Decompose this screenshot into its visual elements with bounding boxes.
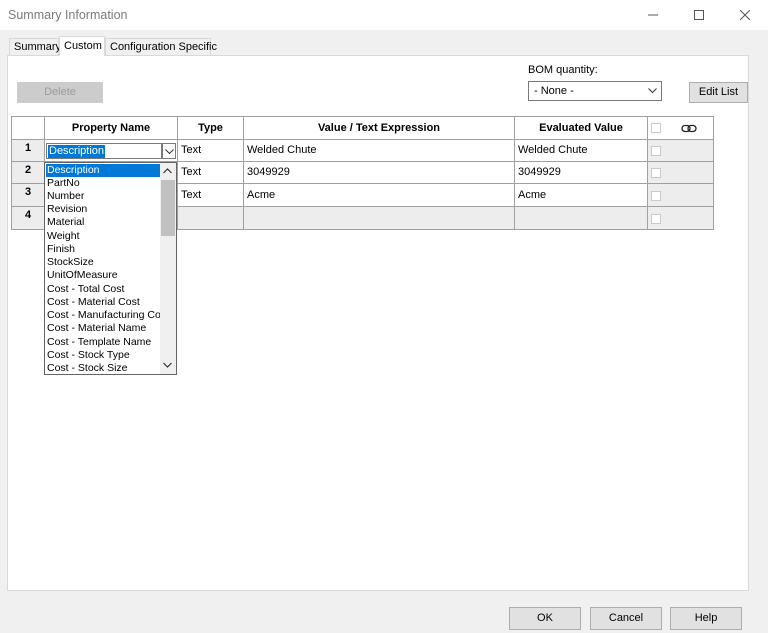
corner-header — [11, 116, 45, 140]
value-cell[interactable] — [243, 206, 515, 230]
bom-quantity-select[interactable]: - None - — [528, 81, 662, 101]
dropdown-option[interactable]: Weight — [46, 230, 161, 243]
minimize-button[interactable] — [630, 0, 676, 30]
value-cell[interactable]: Welded Chute — [243, 139, 515, 162]
row-number[interactable]: 4 — [11, 206, 45, 230]
property-name-value: Description — [48, 145, 106, 158]
minimize-icon — [648, 14, 658, 16]
link-checkbox[interactable] — [651, 168, 661, 178]
link-checkbox[interactable] — [651, 191, 661, 201]
property-name-cell[interactable]: Description — [44, 139, 178, 162]
maximize-icon — [694, 10, 704, 20]
title-bar: Summary Information — [0, 0, 768, 30]
dropdown-option[interactable]: Cost - Material Cost — [46, 296, 161, 309]
link-cell — [647, 206, 714, 230]
delete-button[interactable]: Delete — [17, 82, 103, 103]
dropdown-option[interactable]: PartNo — [46, 177, 161, 190]
dropdown-option[interactable]: Cost - Manufacturing Cost — [46, 309, 161, 322]
scrollbar-thumb[interactable] — [161, 180, 175, 236]
tab-configuration-specific[interactable]: Configuration Specific — [105, 38, 217, 55]
row-number[interactable]: 2 — [11, 161, 45, 184]
window-title: Summary Information — [8, 8, 128, 22]
scroll-up-icon[interactable] — [163, 168, 172, 174]
type-cell[interactable] — [177, 206, 244, 230]
link-icon — [681, 124, 697, 133]
evaluated-value-cell — [514, 206, 648, 230]
tab-custom[interactable]: Custom — [59, 36, 105, 56]
dropdown-option[interactable]: Cost - Material Name — [46, 322, 161, 335]
dropdown-option[interactable]: StockSize — [46, 256, 161, 269]
dropdown-option[interactable]: Cost - Stock Type — [46, 349, 161, 362]
dropdown-option[interactable]: Number — [46, 190, 161, 203]
scroll-down-icon[interactable] — [163, 362, 172, 368]
evaluated-value-cell: Acme — [514, 183, 648, 207]
type-cell[interactable]: Text — [177, 139, 244, 162]
edit-list-button[interactable]: Edit List — [689, 82, 748, 103]
dropdown-option[interactable]: Material — [46, 216, 161, 229]
dropdown-scrollbar[interactable] — [160, 163, 176, 374]
value-cell[interactable]: 3049929 — [243, 161, 515, 184]
chevron-down-icon — [165, 149, 174, 155]
ok-button[interactable]: OK — [509, 607, 581, 630]
header-checkbox[interactable] — [651, 123, 661, 133]
maximize-button[interactable] — [676, 0, 722, 30]
row-number[interactable]: 3 — [11, 183, 45, 207]
type-cell[interactable]: Text — [177, 161, 244, 184]
type-cell[interactable]: Text — [177, 183, 244, 207]
header-property-name[interactable]: Property Name — [44, 116, 178, 140]
tab-summary[interactable]: Summary — [9, 38, 61, 55]
link-checkbox[interactable] — [651, 214, 661, 224]
dropdown-option[interactable]: Finish — [46, 243, 161, 256]
help-button[interactable]: Help — [670, 607, 742, 630]
link-cell — [647, 183, 714, 207]
cancel-button[interactable]: Cancel — [590, 607, 662, 630]
evaluated-value-cell: Welded Chute — [514, 139, 648, 162]
dropdown-option[interactable]: Description — [46, 164, 161, 177]
close-button[interactable] — [722, 0, 768, 30]
dropdown-option[interactable]: Cost - Stock Size — [46, 362, 161, 373]
link-cell — [647, 139, 714, 162]
header-value-text-expression[interactable]: Value / Text Expression — [243, 116, 515, 140]
property-name-dropdown-list[interactable]: Description PartNo Number Revision Mater… — [44, 162, 177, 375]
header-evaluated-value[interactable]: Evaluated Value — [514, 116, 648, 140]
row-number[interactable]: 1 — [11, 139, 45, 162]
property-name-dropdown-button[interactable] — [162, 143, 176, 159]
value-cell[interactable]: Acme — [243, 183, 515, 207]
link-cell — [647, 161, 714, 184]
dropdown-option[interactable]: Cost - Template Name — [46, 336, 161, 349]
property-name-combo[interactable]: Description — [46, 143, 162, 159]
dropdown-option[interactable]: UnitOfMeasure — [46, 269, 161, 282]
dropdown-option[interactable]: Cost - Total Cost — [46, 283, 161, 296]
header-type[interactable]: Type — [177, 116, 244, 140]
bom-quantity-value: - None - — [534, 85, 574, 97]
dropdown-option[interactable]: Revision — [46, 203, 161, 216]
link-checkbox[interactable] — [651, 146, 661, 156]
close-icon — [740, 10, 750, 20]
evaluated-value-cell: 3049929 — [514, 161, 648, 184]
header-link-column — [647, 116, 714, 140]
chevron-down-icon — [648, 88, 657, 94]
bom-quantity-label: BOM quantity: — [528, 64, 598, 76]
